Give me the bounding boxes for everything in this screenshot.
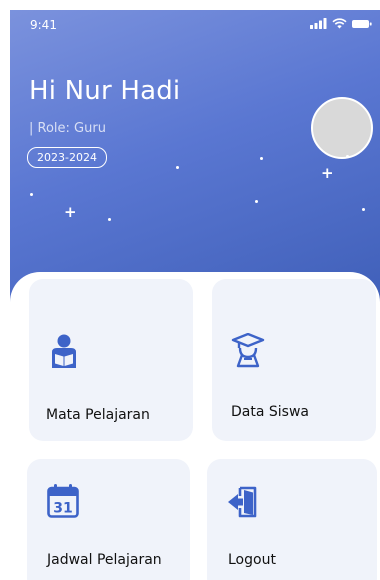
academic-year-badge[interactable]: 2023-2024 [27,147,107,168]
card-logout[interactable]: Logout [207,459,377,580]
card-label: Logout [228,552,276,568]
logout-icon [228,486,257,518]
sparkle-decoration: + [321,164,334,182]
star-decoration [362,208,365,211]
user-role: | Role: Guru [29,121,106,136]
card-jadwal-pelajaran[interactable]: 31 Jadwal Pelajaran [27,459,190,580]
star-decoration [176,166,179,169]
star-decoration [260,157,263,160]
calendar-day: 31 [53,501,72,517]
card-mata-pelajaran[interactable]: Mata Pelajaran [29,279,193,441]
card-data-siswa[interactable]: Data Siswa [212,279,376,441]
sparkle-decoration: + [64,203,77,221]
greeting-title: Hi Nur Hadi [29,76,181,106]
card-label: Data Siswa [231,404,309,420]
phone-screen: 9:41 Hi Nur Hadi | Role: Guru 2023-2024 [10,10,380,580]
battery-icon [352,19,372,28]
student-reading-icon [52,334,76,368]
card-label: Jadwal Pelajaran [47,552,162,568]
status-time: 9:41 [30,18,57,32]
header-banner: 9:41 Hi Nur Hadi | Role: Guru 2023-2024 [10,10,380,310]
star-decoration [30,193,33,196]
calendar-icon: 31 [47,484,79,518]
star-decoration [255,200,258,203]
status-icons [310,18,372,29]
avatar[interactable] [311,97,373,159]
star-decoration [108,218,111,221]
card-label: Mata Pelajaran [46,407,150,423]
signal-icon [310,18,327,29]
graduate-icon [231,333,265,368]
star-decoration [346,155,349,158]
wifi-icon [332,18,347,29]
menu-sheet: Mata Pelajaran Data Siswa 31 Jadwal Pela… [10,272,380,580]
